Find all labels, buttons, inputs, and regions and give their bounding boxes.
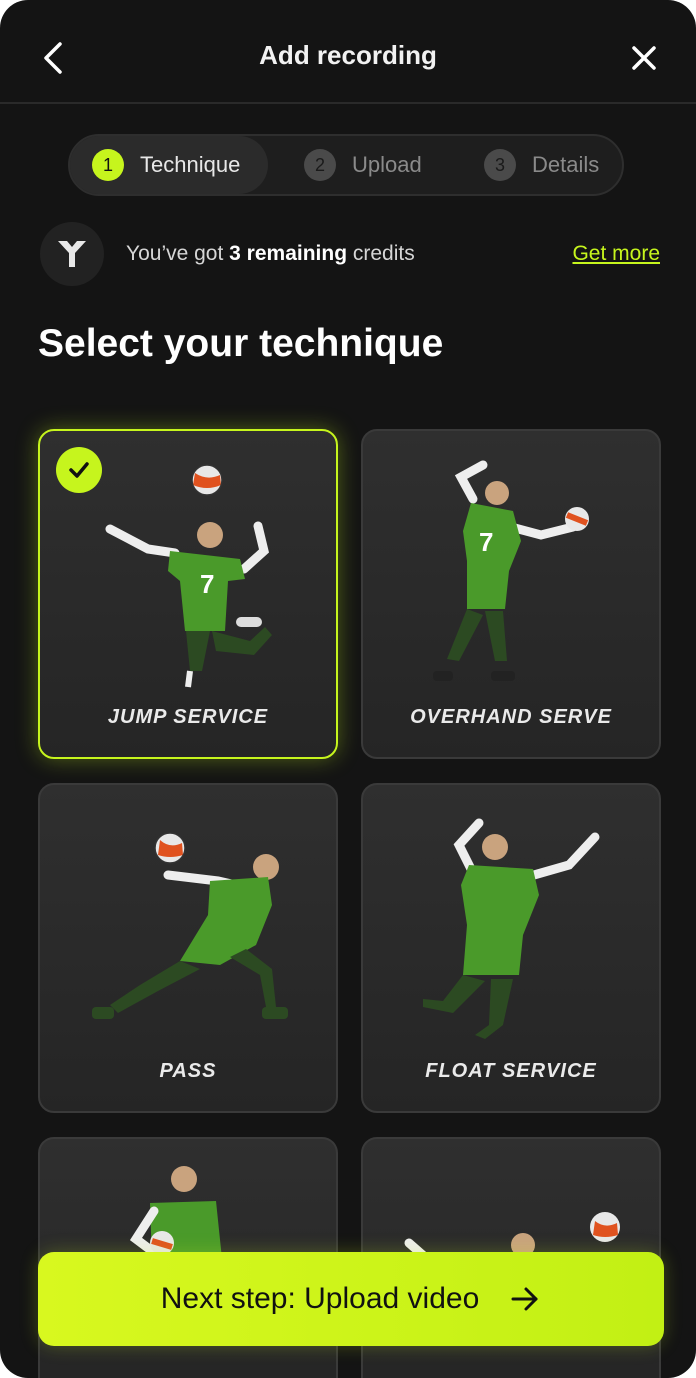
- arrow-right-icon: [511, 1287, 538, 1311]
- step-label: Upload: [352, 152, 422, 177]
- technique-card-pass[interactable]: PASS: [38, 783, 338, 1113]
- technique-label: JUMP SERVICE: [107, 706, 269, 728]
- technique-label: PASS: [159, 1060, 217, 1082]
- technique-label: OVERHAND SERVE: [410, 706, 612, 728]
- selected-check-icon: [56, 447, 102, 493]
- step-label: Technique: [140, 152, 241, 177]
- next-step-button[interactable]: Next step: Upload video: [38, 1252, 664, 1346]
- credits-count: 3 remaining: [229, 242, 348, 265]
- brand-logo-icon: [40, 222, 104, 286]
- technique-card-overhand-serve[interactable]: 7 OVERHAND SERVE: [361, 429, 661, 759]
- technique-card-jump-service[interactable]: 7 JUMP SERVICE: [38, 429, 338, 759]
- step-progress: 1 Technique 2 Upload 3 Details: [68, 134, 624, 196]
- step-number: 2: [304, 149, 336, 181]
- technique-card-float-service[interactable]: FLOAT SERVICE: [361, 783, 661, 1113]
- credits-text: You’ve got 3 remaining credits: [126, 242, 415, 265]
- svg-text:7: 7: [479, 527, 493, 557]
- step-technique[interactable]: 1 Technique: [70, 136, 268, 194]
- step-number: 1: [92, 149, 124, 181]
- step-details[interactable]: 3 Details: [484, 136, 599, 194]
- page-title: Add recording: [259, 40, 437, 70]
- technique-label: FLOAT SERVICE: [425, 1060, 597, 1082]
- step-upload[interactable]: 2 Upload: [304, 136, 422, 194]
- step-number: 3: [484, 149, 516, 181]
- close-icon[interactable]: [624, 38, 664, 78]
- section-heading: Select your technique: [38, 322, 444, 365]
- step-label: Details: [532, 152, 600, 177]
- credits-banner: You’ve got 3 remaining credits Get more: [40, 222, 660, 286]
- top-bar: Add recording: [0, 0, 696, 104]
- app-screen: Add recording 1 Technique 2 Upload 3 Det…: [0, 0, 696, 1378]
- get-more-link[interactable]: Get more: [572, 242, 660, 266]
- svg-text:7: 7: [200, 569, 214, 599]
- next-step-label: Next step: Upload video: [160, 1282, 480, 1315]
